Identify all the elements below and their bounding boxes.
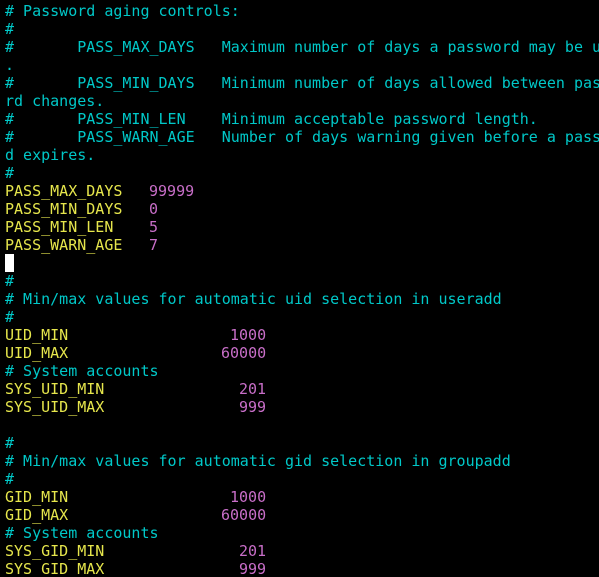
config-value-gid-min: 1000 <box>230 488 267 506</box>
config-value-gid-max: 60000 <box>221 506 267 524</box>
comment-line: # PASS_WARN_AGE Number of days warning g… <box>5 128 599 146</box>
config-key-sys-uid-min: SYS_UID_MIN <box>5 380 105 398</box>
config-key-uid-min: UID_MIN <box>5 326 69 344</box>
config-key-sys-gid-min: SYS_GID_MIN <box>5 542 105 560</box>
comment-line: rd changes. <box>5 92 105 110</box>
comment-line: # <box>5 272 15 290</box>
comment-line: # System accounts <box>5 524 159 542</box>
config-value-sys-gid-max: 999 <box>239 560 267 577</box>
config-key-pass-warn-age: PASS_WARN_AGE <box>5 236 123 254</box>
config-value-pass-max-days: 99999 <box>149 182 195 200</box>
config-value-pass-warn-age: 7 <box>149 236 159 254</box>
config-key-pass-min-len: PASS_MIN_LEN <box>5 218 114 236</box>
config-value-pass-min-len: 5 <box>149 218 159 236</box>
comment-line: . <box>5 56 15 74</box>
comment-line: # <box>5 164 15 182</box>
config-key-sys-uid-max: SYS_UID_MAX <box>5 398 105 416</box>
config-key-gid-min: GID_MIN <box>5 488 69 506</box>
comment-line: # <box>5 434 15 452</box>
config-value-pass-min-days: 0 <box>149 200 159 218</box>
config-key-gid-max: GID_MAX <box>5 506 69 524</box>
text-cursor <box>5 254 14 272</box>
comment-line: # Min/max values for automatic gid selec… <box>5 452 511 470</box>
config-value-uid-max: 60000 <box>221 344 267 362</box>
config-value-sys-uid-min: 201 <box>239 380 267 398</box>
comment-line: # Min/max values for automatic uid selec… <box>5 290 502 308</box>
config-value-sys-gid-min: 201 <box>239 542 267 560</box>
comment-line: # <box>5 20 15 38</box>
config-value-sys-uid-max: 999 <box>239 398 267 416</box>
comment-line: # <box>5 470 15 488</box>
comment-line: # System accounts <box>5 362 159 380</box>
comment-line: d expires. <box>5 146 96 164</box>
config-key-sys-gid-max: SYS_GID_MAX <box>5 560 105 577</box>
comment-line: # PASS_MIN_LEN Minimum acceptable passwo… <box>5 110 538 128</box>
config-key-pass-max-days: PASS_MAX_DAYS <box>5 182 123 200</box>
comment-line: # Password aging controls: <box>5 2 240 20</box>
config-key-uid-max: UID_MAX <box>5 344 69 362</box>
config-value-uid-min: 1000 <box>230 326 267 344</box>
comment-line: # <box>5 308 15 326</box>
config-key-pass-min-days: PASS_MIN_DAYS <box>5 200 123 218</box>
terminal-window[interactable]: # Password aging controls: # # PASS_MAX_… <box>0 0 599 577</box>
comment-line: # PASS_MAX_DAYS Maximum number of days a… <box>5 38 599 56</box>
comment-line: # PASS_MIN_DAYS Minimum number of days a… <box>5 74 599 92</box>
